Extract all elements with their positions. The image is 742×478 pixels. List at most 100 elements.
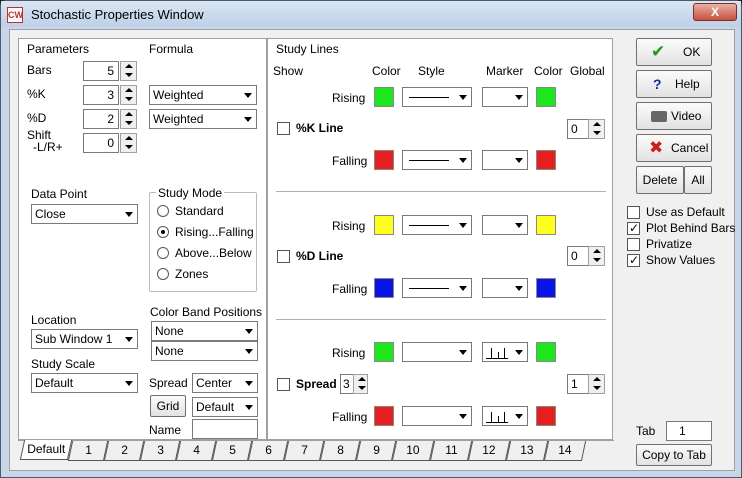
spread-checkbox[interactable] [277, 378, 290, 391]
chevron-down-icon[interactable] [240, 342, 257, 360]
k-global-spin-buttons[interactable] [588, 119, 605, 139]
tab-1[interactable]: 1 [67, 441, 109, 461]
spin-down-icon[interactable] [589, 384, 604, 393]
tab-14[interactable]: 14 [543, 441, 587, 461]
spread-select[interactable]: Center [192, 373, 258, 393]
spin-up-icon[interactable] [121, 110, 136, 119]
spread-falling-color[interactable] [374, 406, 394, 426]
title-bar[interactable]: CW Stochastic Properties Window X [1, 1, 741, 27]
d-falling-color-2[interactable] [536, 278, 556, 298]
study-scale-select[interactable]: Default [31, 373, 138, 393]
d-global-value[interactable]: 0 [567, 246, 589, 266]
d-formula-select[interactable]: Weighted [149, 109, 257, 129]
spin-down-icon[interactable] [121, 119, 136, 128]
chevron-down-icon[interactable] [510, 407, 527, 425]
tab-9[interactable]: 9 [355, 441, 397, 461]
tab-2[interactable]: 2 [103, 441, 145, 461]
chevron-down-icon[interactable] [454, 279, 471, 297]
tab-3[interactable]: 3 [139, 441, 181, 461]
location-select[interactable]: Sub Window 1 [31, 329, 138, 349]
spread-rising-style-select[interactable] [402, 342, 472, 362]
video-button[interactable]: Video [636, 102, 712, 130]
name-input[interactable] [192, 419, 258, 439]
plot-behind-checkbox[interactable] [627, 221, 640, 235]
color-band-select-2[interactable]: None [151, 341, 258, 361]
d-line-checkbox[interactable] [277, 250, 290, 263]
d-falling-color[interactable] [374, 278, 394, 298]
k-line-checkbox[interactable] [277, 122, 290, 135]
chevron-down-icon[interactable] [239, 86, 256, 104]
use-default-checkbox[interactable] [627, 206, 640, 219]
chevron-down-icon[interactable] [454, 407, 471, 425]
spin-up-icon[interactable] [354, 375, 369, 384]
chevron-down-icon[interactable] [240, 322, 257, 340]
k-falling-color[interactable] [374, 150, 394, 170]
delete-button[interactable]: Delete [636, 166, 684, 194]
k-falling-style-select[interactable] [402, 150, 472, 170]
chevron-down-icon[interactable] [454, 216, 471, 234]
spread-rising-color[interactable] [374, 342, 394, 362]
privatize-checkbox[interactable] [627, 238, 640, 251]
delete-all-button[interactable]: All [684, 166, 712, 194]
spin-down-icon[interactable] [121, 71, 136, 80]
spin-up-icon[interactable] [121, 134, 136, 143]
bars-value[interactable]: 5 [83, 61, 119, 81]
d-falling-style-select[interactable] [402, 278, 472, 298]
study-mode-radio-3[interactable] [157, 268, 169, 280]
chevron-down-icon[interactable] [510, 151, 527, 169]
tab-13[interactable]: 13 [505, 441, 549, 461]
d-rising-style-select[interactable] [402, 215, 472, 235]
spread-falling-marker-select[interactable] [482, 406, 528, 426]
chevron-down-icon[interactable] [454, 151, 471, 169]
grid-button[interactable]: Grid [150, 395, 186, 417]
spread-rising-color-2[interactable] [536, 342, 556, 362]
k-rising-marker-select[interactable] [482, 87, 528, 107]
chevron-down-icon[interactable] [120, 374, 137, 392]
spread-falling-color-2[interactable] [536, 406, 556, 426]
chevron-down-icon[interactable] [454, 88, 471, 106]
k-falling-marker-select[interactable] [482, 150, 528, 170]
spread-global-spin-buttons[interactable] [588, 374, 605, 394]
k-rising-color[interactable] [374, 87, 394, 107]
k-value[interactable]: 3 [83, 85, 119, 105]
chevron-down-icon[interactable] [510, 343, 527, 361]
chevron-down-icon[interactable] [120, 330, 137, 348]
spin-up-icon[interactable] [121, 86, 136, 95]
data-point-select[interactable]: Close [31, 204, 138, 224]
bars-spin-buttons[interactable] [120, 61, 137, 81]
d-falling-marker-select[interactable] [482, 278, 528, 298]
close-button[interactable]: X [693, 3, 737, 21]
color-band-select-1[interactable]: None [151, 321, 258, 341]
spin-down-icon[interactable] [354, 384, 369, 393]
cancel-button[interactable]: ✖ Cancel [636, 134, 712, 162]
d-rising-color-2[interactable] [536, 215, 556, 235]
tab-7[interactable]: 7 [283, 441, 325, 461]
tab-4[interactable]: 4 [175, 441, 217, 461]
k-falling-color-2[interactable] [536, 150, 556, 170]
spin-up-icon[interactable] [589, 375, 604, 384]
spread-global-value[interactable]: 1 [567, 374, 589, 394]
spread-rising-marker-select[interactable] [482, 342, 528, 362]
spin-up-icon[interactable] [589, 120, 604, 129]
spin-down-icon[interactable] [589, 129, 604, 138]
tab-12[interactable]: 12 [467, 441, 511, 461]
d-rising-color[interactable] [374, 215, 394, 235]
study-mode-radio-1[interactable] [157, 226, 169, 238]
k-rising-style-select[interactable] [402, 87, 472, 107]
chevron-down-icon[interactable] [510, 279, 527, 297]
tab-8[interactable]: 8 [319, 441, 361, 461]
tab-default[interactable]: Default [19, 440, 73, 460]
chevron-down-icon[interactable] [240, 398, 257, 416]
spin-up-icon[interactable] [589, 247, 604, 256]
tab-input[interactable]: 1 [666, 421, 712, 441]
tab-5[interactable]: 5 [211, 441, 253, 461]
chevron-down-icon[interactable] [510, 216, 527, 234]
help-button[interactable]: ? Help [636, 70, 712, 98]
copy-to-tab-button[interactable]: Copy to Tab [636, 444, 712, 466]
spin-up-icon[interactable] [121, 62, 136, 71]
k-global-value[interactable]: 0 [567, 119, 589, 139]
shift-value[interactable]: 0 [83, 133, 119, 153]
study-mode-radio-2[interactable] [157, 247, 169, 259]
chevron-down-icon[interactable] [240, 374, 257, 392]
spread-spin-buttons[interactable] [353, 374, 368, 394]
